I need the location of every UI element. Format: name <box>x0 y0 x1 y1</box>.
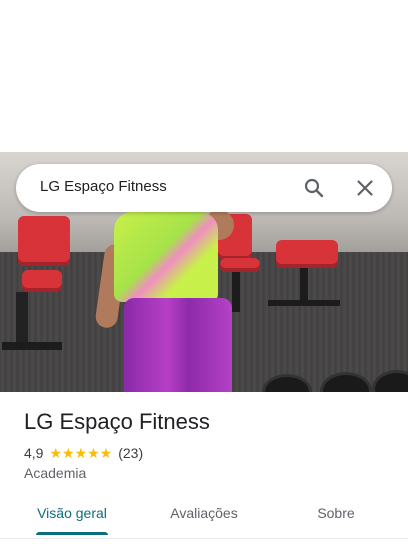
rating-value: 4,9 <box>24 445 44 461</box>
reviews-count[interactable]: (23) <box>118 445 143 461</box>
place-title: LG Espaço Fitness <box>24 409 210 434</box>
tab-overview[interactable]: Visão geral <box>16 490 128 538</box>
gym-bench-left <box>18 216 70 266</box>
gym-bench-base <box>2 342 62 350</box>
active-tab-indicator <box>36 532 108 535</box>
person-pants <box>124 298 232 392</box>
gym-seat-mid <box>220 258 260 272</box>
search-icon[interactable] <box>302 176 326 200</box>
search-query-text[interactable]: LG Espaço Fitness <box>40 178 167 195</box>
rating-row[interactable]: 4,9 ★★★★★ (23) <box>24 444 143 462</box>
gym-bench-leg <box>16 292 28 348</box>
search-bar[interactable]: LG Espaço Fitness <box>16 164 392 212</box>
gym-bench-right-base <box>268 300 340 306</box>
gym-bench-mid-leg <box>232 272 240 312</box>
tab-about[interactable]: Sobre <box>280 490 392 538</box>
tab-reviews[interactable]: Avaliações <box>148 490 260 538</box>
tab-bar: Visão geral Avaliações Sobre <box>0 490 408 539</box>
person-shirt <box>114 212 218 302</box>
star-rating-icon: ★★★★★ <box>49 444 113 461</box>
gym-bench-right <box>276 240 338 268</box>
close-icon[interactable] <box>353 176 377 200</box>
gym-seat-left <box>22 270 62 292</box>
place-category[interactable]: Academia <box>24 465 86 481</box>
gym-bench-right-leg <box>300 268 308 304</box>
